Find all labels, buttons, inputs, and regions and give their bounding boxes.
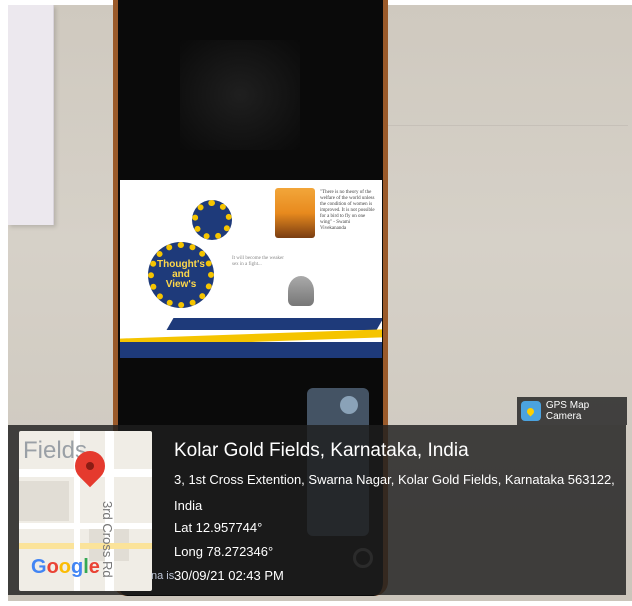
thoughts-gear: Thought's and View's bbox=[148, 242, 214, 308]
paper-sheet bbox=[8, 5, 54, 225]
google-logo: Google bbox=[31, 556, 100, 578]
address-line: India bbox=[174, 498, 203, 513]
mute-icon bbox=[340, 396, 358, 414]
gandhi-portrait bbox=[288, 276, 314, 306]
gear-line: View's bbox=[165, 279, 197, 290]
quote-text: "There is no theory of the welfare of th… bbox=[320, 190, 375, 231]
quote-text: It will become the weaker sex in a fight… bbox=[232, 256, 284, 267]
gps-map-camera-icon bbox=[521, 401, 541, 421]
bulb-gear-icon bbox=[192, 200, 232, 240]
location-title: Kolar Gold Fields, Karnataka, India bbox=[174, 440, 469, 461]
address-line: 3, 1st Cross Extention, Swarna Nagar, Ko… bbox=[174, 472, 615, 487]
timestamp: 30/09/21 02:43 PM bbox=[174, 568, 284, 583]
card-stripe bbox=[120, 342, 382, 358]
map-thumbnail: Fields 3rd Cross Rd Google bbox=[19, 431, 152, 591]
gps-map-camera-badge: GPS Map Camera bbox=[517, 397, 627, 425]
longitude: Long 78.272346° bbox=[174, 544, 274, 559]
screen-glare bbox=[180, 40, 300, 150]
latitude: Lat 12.957744° bbox=[174, 520, 263, 535]
gear-label: Thought's and View's bbox=[157, 260, 205, 290]
card-stripe bbox=[166, 318, 382, 330]
vivekananda-portrait bbox=[275, 188, 315, 238]
badge-label: GPS Map Camera bbox=[545, 400, 590, 422]
pin-center bbox=[86, 462, 94, 470]
map-road-label: 3rd Cross Rd bbox=[100, 501, 115, 578]
desk-grain bbox=[388, 125, 628, 126]
background-ui-text: na is bbox=[151, 570, 175, 582]
thoughts-views-card: Thought's and View's "There is no theory… bbox=[120, 180, 382, 358]
